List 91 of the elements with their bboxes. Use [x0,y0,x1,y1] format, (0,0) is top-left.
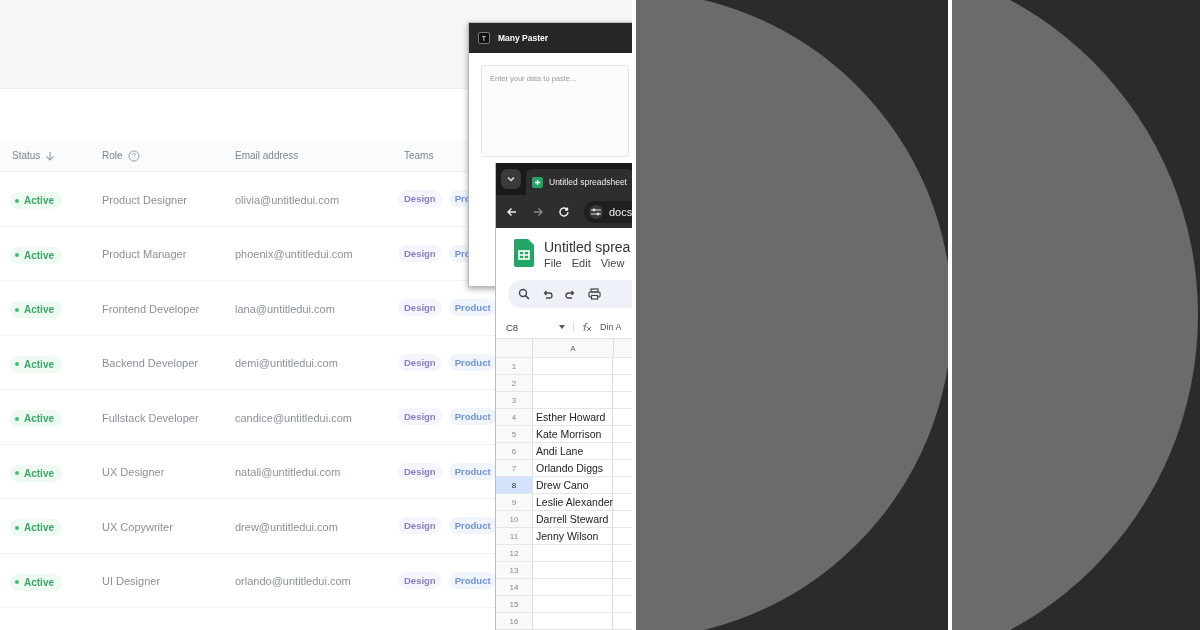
role-cell: Product Designer [102,193,187,206]
forward-icon[interactable] [532,205,544,218]
window-title: Many Paster [498,33,549,43]
role-cell: UX Copywriter [102,520,173,533]
column-header[interactable]: Teams [404,150,434,161]
role-cell: Product Manager [102,248,187,261]
row-number[interactable]: 5 [496,426,533,442]
team-tag: Design [398,299,442,317]
role-cell: UX Designer [102,466,165,479]
email-cell: natali@untitledui.com [235,466,341,479]
column-header[interactable]: Role [102,150,123,161]
row-number[interactable]: 13 [496,562,533,578]
email-cell: lana@untitledui.com [235,302,335,315]
team-tag: Design [398,408,442,426]
spreadsheet-cell[interactable]: Darrell Steward [533,511,613,527]
team-tag: Design [398,571,442,589]
team-tag: Product [448,462,497,480]
row-number[interactable]: 9 [496,494,533,510]
role-cell: UI Designer [102,575,161,588]
status-badge: Active [10,410,62,427]
menu-item[interactable]: File [544,257,562,269]
spreadsheet-cell[interactable]: Leslie Alexander [533,494,613,510]
row-number[interactable]: 11 [496,528,533,544]
row-number[interactable]: 15 [496,596,533,612]
row-number[interactable]: 10 [496,511,533,527]
team-tag: Product [448,299,497,317]
status-badge: Active [10,301,62,318]
row-number[interactable]: 6 [496,443,533,459]
formula-input-field[interactable]: Din A [600,322,622,332]
spreadsheet-cell[interactable]: Esther Howard [533,409,613,425]
row-number[interactable]: 12 [496,545,533,561]
sort-arrow-icon[interactable] [45,150,56,161]
spreadsheet-cell[interactable]: Jenny Wilson [533,528,613,544]
browser-tab[interactable]: Untitled spreadsheet [526,169,632,195]
status-badge: Active [10,246,62,264]
menu-item[interactable]: Edit [571,257,591,269]
row-number[interactable]: 3 [496,392,533,408]
row-number[interactable]: 8 [496,477,533,493]
role-cell: Backend Developer [102,357,198,370]
team-tag: Design [398,353,442,371]
email-cell: drew@untitledui.com [235,520,338,533]
spreadsheet-cell[interactable]: Andi Lane [533,443,613,459]
row-number[interactable]: 14 [496,579,533,595]
status-badge: Active [10,192,62,209]
function-icon [573,322,592,332]
menu-item[interactable]: View [600,257,625,269]
chevron-down-icon [507,176,515,182]
name-box[interactable]: C8 [506,321,551,333]
column-header[interactable]: Status [12,150,41,161]
back-icon[interactable] [506,205,518,218]
team-tag: Product [448,353,497,371]
spreadsheet-cell[interactable]: Orlando Diggs [533,460,613,476]
help-icon[interactable] [127,149,140,162]
team-tag: Product [448,571,497,589]
redo-icon[interactable] [565,288,576,300]
dropdown-caret-icon[interactable] [559,325,565,329]
email-cell: demi@untitledui.com [235,357,338,370]
tab-search-button[interactable] [501,169,521,189]
team-tag: Product [448,517,497,535]
address-bar[interactable]: docs [584,200,632,223]
row-number[interactable]: 2 [496,375,533,391]
status-badge: Active [10,464,62,482]
email-cell: orlando@untitledui.com [235,575,351,588]
spreadsheet-cell[interactable]: Kate Morrison [533,426,613,442]
role-cell: Frontend Developer [102,302,200,315]
email-cell: olivia@untitledui.com [235,193,340,206]
document-title[interactable]: Untitled sprea [544,239,631,255]
status-badge: Active [10,519,62,536]
team-tag: Design [398,190,442,208]
status-badge: Active [10,355,62,373]
team-tag: Product [448,408,497,426]
role-cell: Fullstack Developer [102,411,199,424]
team-tag: Design [398,517,442,535]
status-badge: Active [10,573,62,591]
row-number[interactable]: 4 [496,409,533,425]
email-cell: candice@untitledui.com [235,411,352,424]
row-number[interactable]: 7 [496,460,533,476]
spreadsheet-cell[interactable]: Drew Cano [533,477,613,493]
sheets-icon [532,176,543,188]
row-number[interactable]: 16 [496,613,533,629]
reload-icon[interactable] [558,205,570,218]
sheets-logo-icon [514,239,534,267]
undo-icon[interactable] [542,288,553,300]
site-settings-icon[interactable] [589,204,603,219]
row-number[interactable]: 1 [496,358,533,374]
team-tag: Design [398,244,442,262]
email-cell: phoenix@untitledui.com [235,248,353,261]
column-header[interactable]: Email address [235,150,299,161]
search-icon[interactable] [518,288,530,300]
team-tag: Design [398,462,442,480]
print-icon[interactable] [588,288,601,300]
